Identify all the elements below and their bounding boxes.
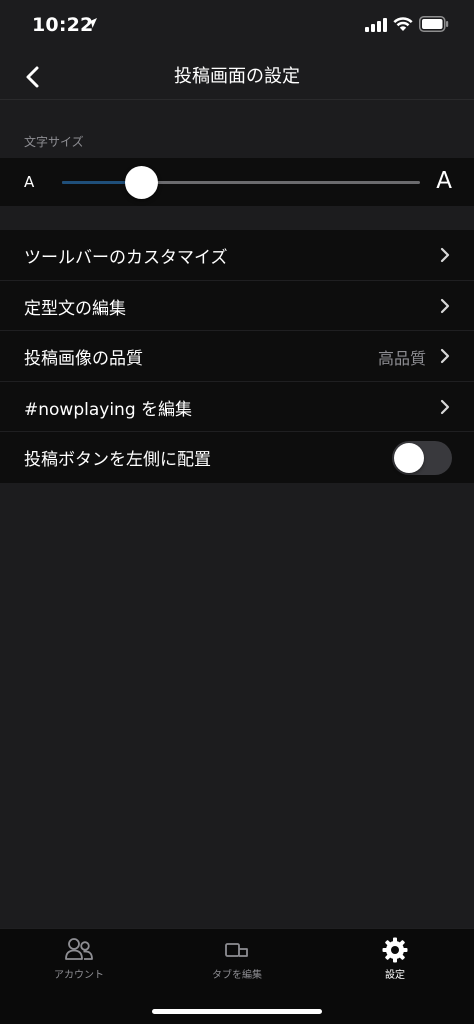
row-label: #nowplaying を編集: [24, 399, 193, 420]
image-quality-row[interactable]: 投稿画像の品質 高品質: [0, 331, 474, 382]
row-label: 定型文の編集: [24, 298, 126, 319]
row-label: 投稿画像の品質: [24, 349, 143, 369]
tab-accounts[interactable]: アカウント: [0, 929, 158, 987]
tab-settings[interactable]: 設定: [316, 929, 474, 987]
template-text-edit-row[interactable]: 定型文の編集: [0, 281, 474, 331]
gear-icon: [382, 937, 408, 963]
page-title: 投稿画面の設定: [174, 66, 300, 87]
row-label: 投稿ボタンを左側に配置: [24, 450, 211, 470]
tab-label: 設定: [385, 970, 405, 981]
chevron-right-icon: [440, 399, 450, 414]
tab-label: タブを編集: [212, 970, 262, 981]
settings-list: ツールバーのカスタマイズ 定型文の編集 投稿画像の品質 高品質 #nowplay…: [0, 230, 474, 483]
status-time: 10:22: [32, 14, 94, 36]
chevron-right-icon: [440, 247, 450, 263]
tab-label: アカウント: [54, 970, 104, 981]
battery-icon: [419, 16, 449, 32]
tabs-edit-icon: [225, 943, 248, 957]
chevron-right-icon: [440, 348, 450, 364]
font-size-slider-row: A A: [0, 158, 474, 206]
home-indicator[interactable]: [152, 1009, 322, 1014]
location-arrow-icon: [87, 18, 97, 28]
large-font-label: A: [436, 168, 452, 194]
wifi-icon: [393, 17, 413, 31]
toolbar-customize-row[interactable]: ツールバーのカスタマイズ: [0, 230, 474, 281]
chevron-right-icon: [440, 298, 450, 313]
accounts-icon: [65, 938, 93, 960]
nav-bar: 投稿画面の設定: [0, 50, 474, 100]
toggle-knob: [394, 443, 424, 473]
image-quality-value: 高品質: [377, 349, 426, 368]
post-button-left-toggle[interactable]: [392, 441, 452, 475]
font-size-slider[interactable]: [62, 166, 420, 199]
screen: 10:22 投稿画面の設定 文字サイズ A A ツールバーのカスタマイズ 定型文…: [0, 0, 474, 1024]
small-font-label: A: [24, 173, 35, 191]
font-size-section-header: 文字サイズ: [24, 135, 84, 149]
cellular-signal-icon: [365, 18, 387, 32]
tab-edit-tabs[interactable]: タブを編集: [158, 929, 316, 987]
row-label: ツールバーのカスタマイズ: [24, 248, 228, 268]
nowplaying-edit-row[interactable]: #nowplaying を編集: [0, 382, 474, 432]
status-bar: 10:22: [0, 0, 474, 50]
post-button-left-row: 投稿ボタンを左側に配置: [0, 432, 474, 483]
slider-thumb[interactable]: [124, 166, 158, 199]
